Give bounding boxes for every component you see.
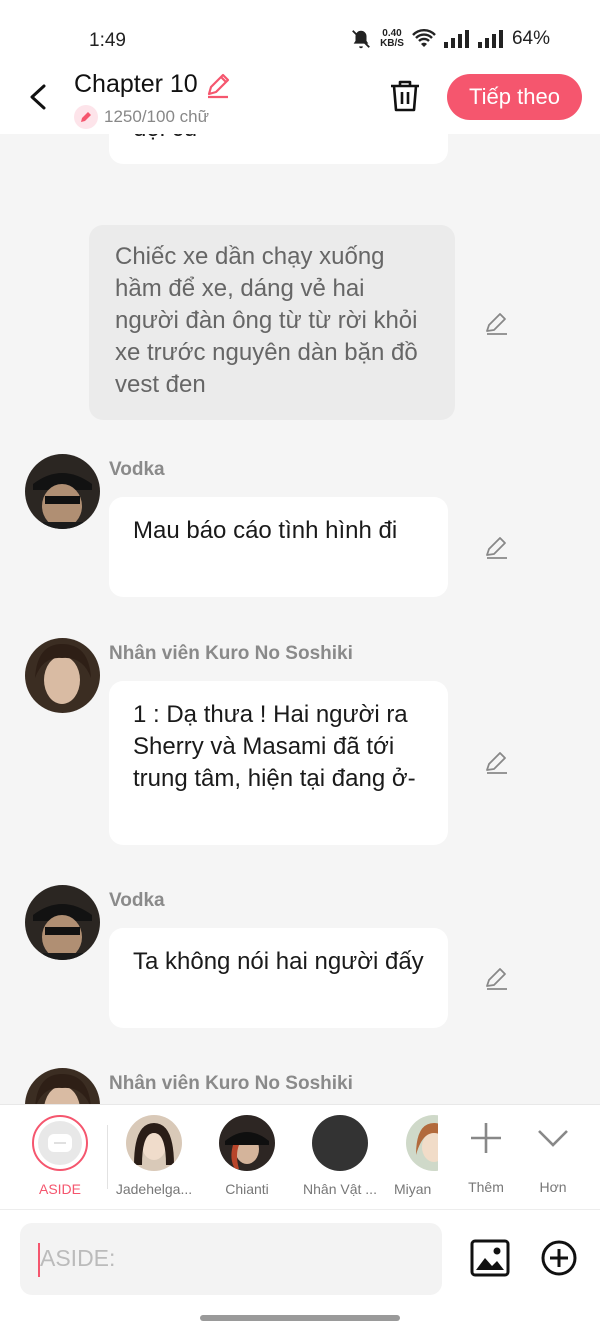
input-placeholder: ASIDE: (40, 1245, 116, 1271)
chevron-down-icon (538, 1130, 568, 1147)
character-label: Chianti (225, 1181, 269, 1197)
character-miyano[interactable]: Miyan (392, 1115, 438, 1197)
narration-bubble[interactable]: Chiếc xe dần chạy xuống hầm để xe, dáng … (89, 225, 455, 420)
character-aside[interactable]: ASIDE (20, 1115, 100, 1197)
expand-button[interactable]: Hơn (513, 1115, 593, 1195)
message-bubble[interactable]: Ta không nói hai người đấy (109, 928, 448, 1028)
pencil-badge-icon (74, 105, 98, 129)
divider (107, 1125, 108, 1189)
plus-icon (471, 1123, 501, 1153)
character-jadehelga[interactable]: Jadehelga... (114, 1115, 194, 1197)
word-count-text: 1250/100 chữ (104, 107, 209, 126)
character-npc[interactable]: Nhân Vật ... (300, 1115, 380, 1197)
character-label: Nhân Vật ... (303, 1181, 377, 1197)
edit-message-icon[interactable] (484, 534, 510, 560)
back-arrow-icon[interactable] (22, 80, 56, 114)
status-time: 1:49 (89, 30, 126, 51)
sender-name: Vodka (109, 459, 165, 480)
status-icons: 0.40 KB/S 64% (350, 28, 550, 50)
wifi-icon (412, 29, 436, 47)
sender-name: Nhân viên Kuro No Soshiki (109, 643, 353, 664)
edit-message-icon[interactable] (484, 965, 510, 991)
sender-name: Vodka (109, 890, 165, 911)
signal-icon (443, 30, 469, 48)
avatar-vodka[interactable] (25, 885, 100, 960)
chat-area[interactable]: đội cũ Chiếc xe dần chạy xuống hầm để xe… (0, 134, 600, 1104)
home-indicator[interactable] (200, 1315, 400, 1321)
sender-name: Nhân viên Kuro No Soshiki (109, 1073, 353, 1094)
avatar-kuro-staff[interactable] (25, 638, 100, 713)
avatar-vodka[interactable] (25, 454, 100, 529)
image-icon[interactable] (470, 1239, 510, 1277)
message-bubble[interactable]: 1 : Dạ thưa ! Hai người ra Sherry và Mas… (109, 681, 448, 845)
editor-header: Chapter 10 1250/100 chữ Tiếp theo (0, 70, 600, 134)
avatar-kuro-staff[interactable] (25, 1068, 100, 1104)
edit-message-icon[interactable] (484, 310, 510, 336)
text-caret (38, 1243, 40, 1277)
chapter-title-text: Chapter 10 (74, 70, 198, 98)
chapter-title[interactable]: Chapter 10 (74, 70, 232, 99)
edit-title-icon[interactable] (204, 71, 232, 99)
message-input[interactable]: ASIDE: (20, 1223, 442, 1295)
network-speed: 0.40 KB/S (380, 28, 404, 49)
character-label: Miyan (394, 1181, 432, 1197)
battery-level: 64% (511, 28, 550, 49)
add-circle-icon[interactable] (540, 1239, 578, 1277)
message-bubble[interactable]: Mau báo cáo tình hình đi (109, 497, 448, 597)
signal-icon-2 (477, 30, 503, 48)
word-count: 1250/100 chữ (74, 105, 209, 129)
message-bubble-partial[interactable]: đội cũ (109, 134, 448, 164)
mute-bell-icon (352, 30, 370, 49)
character-label: ASIDE (38, 1181, 81, 1197)
aside-chat-icon (48, 1134, 72, 1152)
character-chianti[interactable]: Chianti (207, 1115, 287, 1197)
trash-icon[interactable] (388, 78, 422, 114)
character-selector: ASIDE Jadehelga... Chianti Nhân Vật ... … (0, 1104, 600, 1210)
edit-message-icon[interactable] (484, 749, 510, 775)
status-bar: 1:49 0.40 KB/S 64% (0, 0, 600, 70)
expand-label: Hơn (539, 1179, 567, 1195)
next-button[interactable]: Tiếp theo (447, 74, 582, 120)
character-label: Jadehelga... (115, 1181, 193, 1197)
